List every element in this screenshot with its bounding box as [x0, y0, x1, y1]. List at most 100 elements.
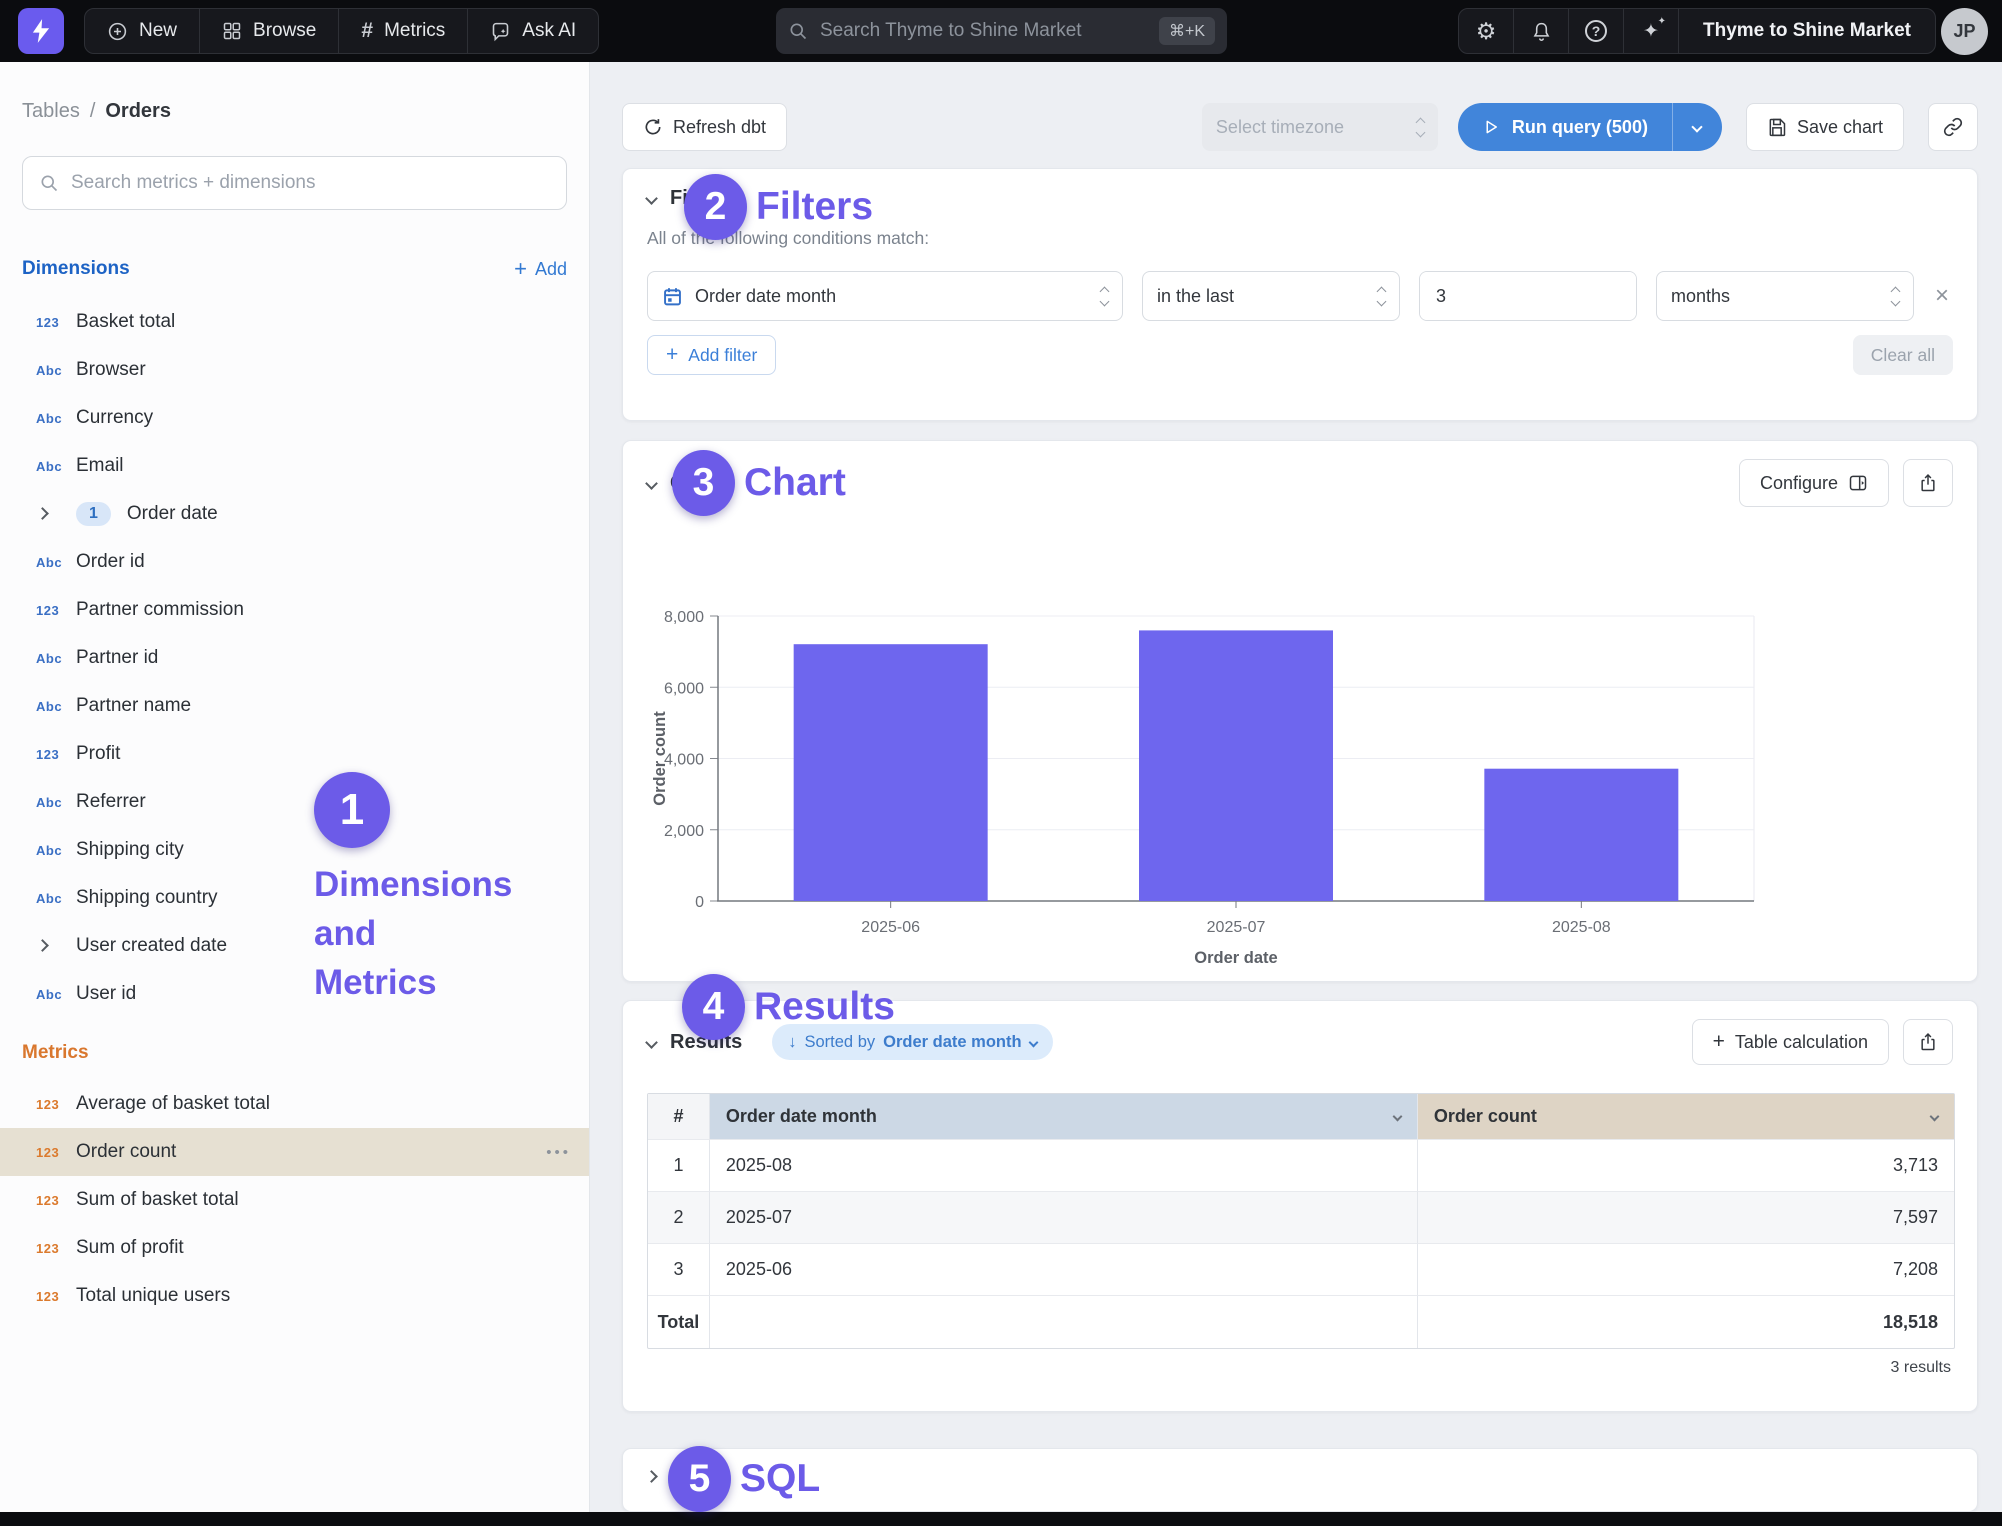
- new-button[interactable]: New: [85, 9, 200, 53]
- dimension-cell[interactable]: 2025-06: [710, 1244, 1418, 1296]
- sparkles-icon: ✦✦: [1643, 22, 1659, 41]
- collapse-chevron-icon[interactable]: [645, 477, 658, 490]
- global-search[interactable]: ⌘+K: [776, 8, 1227, 54]
- metric-item[interactable]: 123Average of basket total: [0, 1080, 589, 1128]
- text-field-icon: Abc: [36, 795, 76, 810]
- export-chart-button[interactable]: [1903, 459, 1953, 507]
- calendar-icon: [662, 286, 683, 307]
- svg-text:2025-07: 2025-07: [1207, 919, 1266, 936]
- metric-item[interactable]: 123Total unique users: [0, 1272, 589, 1320]
- dimension-item[interactable]: 123Profit: [0, 730, 589, 778]
- collapse-chevron-icon[interactable]: [645, 192, 658, 205]
- sorted-by-pill[interactable]: ↓ Sorted by Order date month: [772, 1024, 1052, 1060]
- bar-chart: 02,0004,0006,0008,0002025-062025-072025-…: [623, 441, 1979, 981]
- filters-section-title: Filters: [670, 187, 730, 210]
- browse-button[interactable]: Browse: [200, 9, 339, 53]
- help-icon: ?: [1585, 20, 1607, 42]
- breadcrumb: Tables / Orders: [22, 100, 567, 126]
- bar-2025-07[interactable]: [1139, 630, 1333, 901]
- dimension-item[interactable]: AbcShipping city: [0, 826, 589, 874]
- metrics-nav-button[interactable]: # Metrics: [339, 9, 468, 53]
- refresh-dbt-button[interactable]: Refresh dbt: [622, 103, 787, 151]
- metric-label: Average of basket total: [76, 1093, 270, 1115]
- metric-item[interactable]: 123Sum of profit: [0, 1224, 589, 1272]
- metric-item[interactable]: 123Sum of basket total: [0, 1176, 589, 1224]
- breadcrumb-tables[interactable]: Tables: [22, 100, 80, 123]
- dimension-item[interactable]: 123Partner commission: [0, 586, 589, 634]
- dimension-item[interactable]: AbcEmail: [0, 442, 589, 490]
- dimension-item[interactable]: AbcPartner id: [0, 634, 589, 682]
- add-filter-button[interactable]: + Add filter: [647, 335, 776, 375]
- configure-button[interactable]: Configure: [1739, 459, 1889, 507]
- dimension-cell[interactable]: 2025-08: [710, 1140, 1418, 1192]
- metric-cell[interactable]: 3,713: [1418, 1140, 1954, 1192]
- clear-all-button[interactable]: Clear all: [1853, 335, 1953, 375]
- dimension-label: Order date: [127, 503, 218, 525]
- chevron-down-icon: [1692, 121, 1703, 132]
- svg-text:Order date: Order date: [1194, 949, 1277, 967]
- dimension-item[interactable]: AbcShipping country: [0, 874, 589, 922]
- metric-item[interactable]: 123Order count•••: [0, 1128, 589, 1176]
- collapse-chevron-icon[interactable]: [645, 1470, 658, 1483]
- refresh-icon: [643, 117, 663, 137]
- dimension-item[interactable]: 1Order date: [0, 490, 589, 538]
- table-calculation-button[interactable]: + Table calculation: [1692, 1019, 1889, 1065]
- metric-label: Sum of profit: [76, 1237, 184, 1259]
- filter-value-field[interactable]: [1420, 272, 1637, 320]
- arrow-down-icon: ↓: [788, 1033, 796, 1052]
- notifications-button[interactable]: [1514, 9, 1569, 53]
- filter-field-select[interactable]: Order date month: [647, 271, 1123, 321]
- app-logo[interactable]: [18, 8, 64, 54]
- bar-2025-08[interactable]: [1484, 769, 1678, 901]
- save-chart-button[interactable]: Save chart: [1746, 103, 1904, 151]
- breadcrumb-separator: /: [90, 100, 96, 123]
- search-icon: [788, 21, 808, 41]
- metric-cell[interactable]: 7,597: [1418, 1192, 1954, 1244]
- table-header-row: #Order date monthOrder count: [648, 1094, 1954, 1140]
- dimension-item[interactable]: AbcReferrer: [0, 778, 589, 826]
- remove-filter-button[interactable]: ×: [1935, 284, 1949, 308]
- filter-operator-select[interactable]: in the last: [1142, 271, 1400, 321]
- filters-section: Filters All of the following conditions …: [622, 168, 1978, 421]
- dimension-item[interactable]: AbcBrowser: [0, 346, 589, 394]
- fields-search-input[interactable]: [71, 172, 550, 194]
- ai-sparkles-button[interactable]: ✦✦: [1624, 9, 1679, 53]
- timezone-select[interactable]: Select timezone: [1202, 103, 1438, 151]
- run-query-dropdown[interactable]: [1672, 103, 1722, 151]
- dimension-cell[interactable]: 2025-07: [710, 1192, 1418, 1244]
- help-button[interactable]: ?: [1569, 9, 1624, 53]
- text-field-icon: Abc: [36, 411, 76, 426]
- plus-icon: +: [666, 343, 678, 367]
- copy-link-button[interactable]: [1928, 103, 1978, 151]
- fields-search[interactable]: [22, 156, 567, 210]
- more-options-icon[interactable]: •••: [546, 1144, 571, 1161]
- table-total-row: Total18,518: [648, 1296, 1954, 1348]
- metric-label: Total unique users: [76, 1285, 230, 1307]
- dimension-item[interactable]: AbcOrder id: [0, 538, 589, 586]
- dimension-item[interactable]: AbcPartner name: [0, 682, 589, 730]
- dimension-item[interactable]: User created date: [0, 922, 589, 970]
- run-query-button[interactable]: Run query (500): [1458, 103, 1722, 151]
- collapse-chevron-icon[interactable]: [645, 1036, 658, 1049]
- select-chevrons-icon: [1378, 288, 1385, 305]
- settings-button[interactable]: ⚙: [1459, 9, 1514, 53]
- global-search-input[interactable]: [820, 20, 1147, 42]
- metric-cell[interactable]: 7,208: [1418, 1244, 1954, 1296]
- dimension-item[interactable]: 123Basket total: [0, 298, 589, 346]
- ask-ai-button[interactable]: Ask AI: [468, 9, 598, 53]
- select-chevrons-icon: [1417, 119, 1424, 136]
- dimension-item[interactable]: AbcCurrency: [0, 394, 589, 442]
- dimension-label: User id: [76, 983, 136, 1005]
- filter-unit-select[interactable]: months: [1656, 271, 1914, 321]
- user-avatar[interactable]: JP: [1941, 8, 1988, 55]
- column-header[interactable]: Order date month: [710, 1094, 1418, 1140]
- bar-2025-06[interactable]: [794, 644, 988, 901]
- org-switcher[interactable]: Thyme to Shine Market: [1679, 9, 1935, 53]
- column-header[interactable]: Order count: [1418, 1094, 1954, 1140]
- chevron-down-icon: [1028, 1037, 1038, 1047]
- top-navbar: New Browse # Metrics Ask AI ⌘+K ⚙: [0, 0, 2002, 62]
- dimension-item[interactable]: AbcUser id: [0, 970, 589, 1018]
- add-dimension-button[interactable]: +Add: [514, 258, 567, 280]
- export-results-button[interactable]: [1903, 1019, 1953, 1065]
- number-field-icon: 123: [36, 1289, 76, 1304]
